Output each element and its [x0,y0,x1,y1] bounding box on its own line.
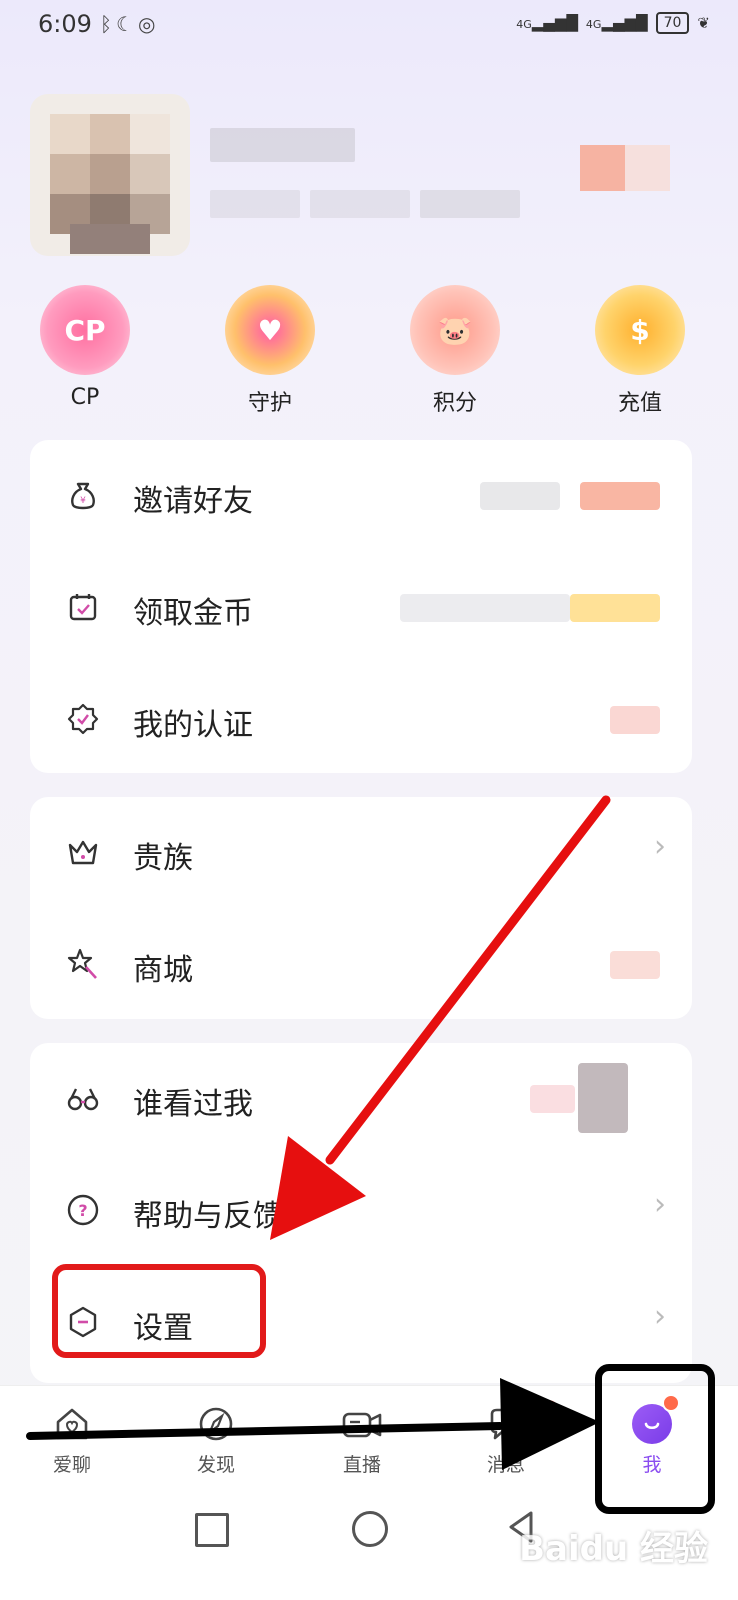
annotation-black-arrow [26,1378,600,1470]
baidu-watermark: Baidu 经验 [519,1529,708,1569]
